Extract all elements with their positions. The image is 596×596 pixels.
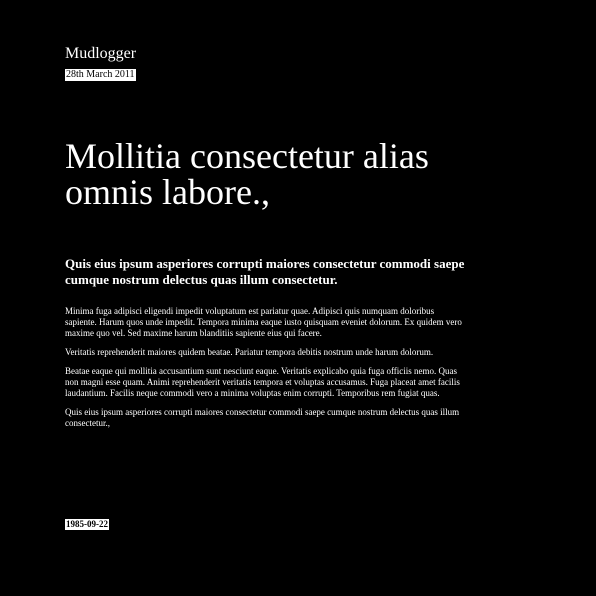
footer-date: 1985-09-22 [65,519,109,530]
article-paragraph: Veritatis reprehenderit maiores quidem b… [65,347,434,357]
site-title[interactable]: Mudlogger [65,44,136,64]
article-paragraph: Minima fuga adipisci eligendi impedit vo… [65,306,462,338]
article-headline: Mollitia consectetur alias omnis labore.… [65,136,429,212]
article-paragraph: Beatae eaque qui mollitia accusantium su… [65,366,460,398]
article-paragraph: Quis eius ipsum asperiores corrupti maio… [65,407,460,428]
article-lede: Quis eius ipsum asperiores corrupti maio… [65,256,465,287]
header-date: 28th March 2011 [65,69,136,81]
article-body: Minima fuga adipisci eligendi impedit vo… [65,306,465,437]
